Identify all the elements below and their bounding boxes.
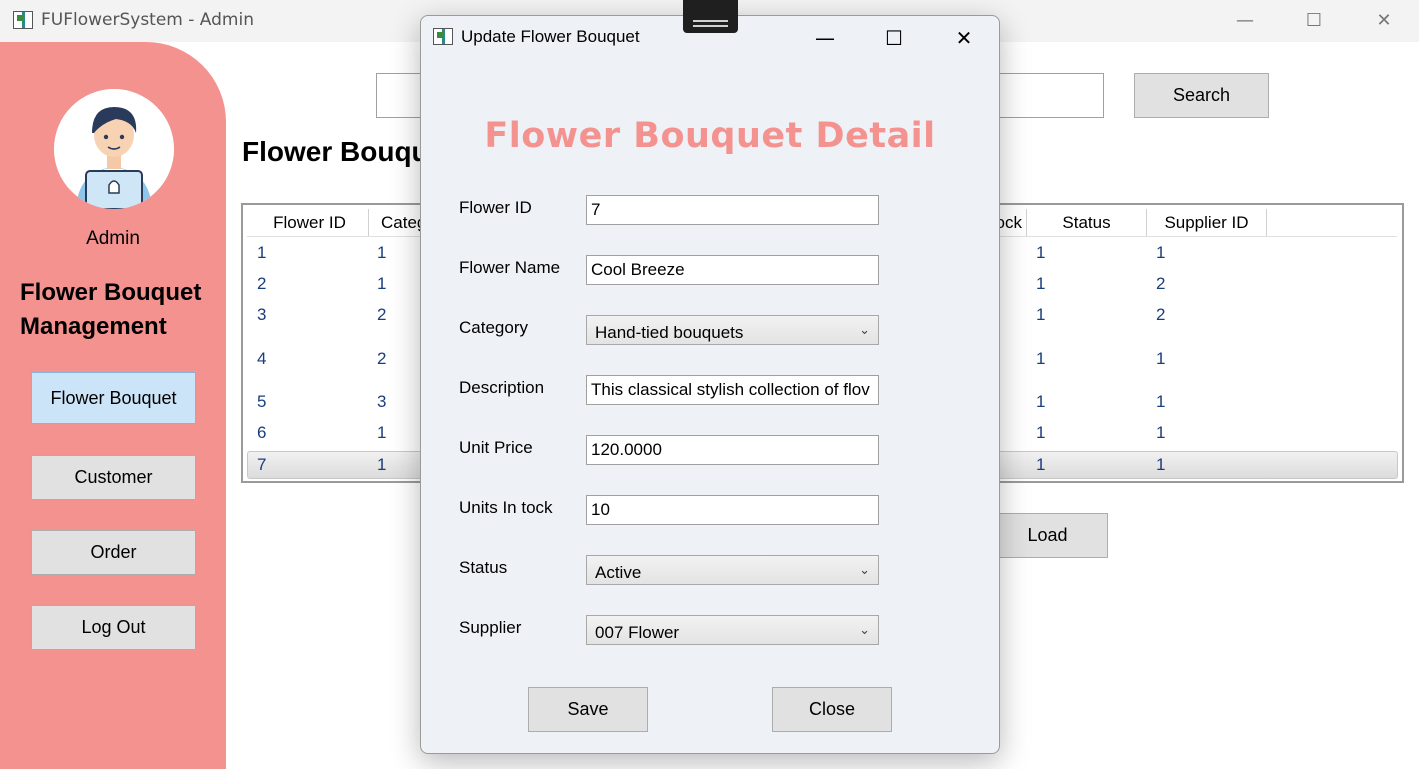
dialog-heading: Flower Bouquet Detail [484,116,936,156]
avatar-illustration [54,89,174,209]
sidebar-title: Flower Bouquet Management [20,276,201,344]
chevron-down-icon: ⌄ [859,622,870,637]
cell-flower-id: 5 [257,392,267,411]
supplier-label: Supplier [459,618,522,637]
maximize-button[interactable]: ☐ [1294,6,1334,36]
cell-supplier-id: 2 [1156,274,1166,293]
cell-stock: 1 [1036,349,1046,368]
app-icon [13,11,33,29]
save-button[interactable]: Save [528,687,648,732]
minimize-button[interactable]: — [1225,6,1265,36]
sidebar: Admin Flower Bouquet Management Flower B… [0,42,226,769]
cell-supplier-id: 1 [1156,243,1166,262]
dialog-minimize-button[interactable]: — [807,23,843,53]
sidebar-title-line2: Management [20,313,167,340]
unit-price-field[interactable]: 120.0000 [586,435,879,465]
page-title: Flower Bouqu [242,136,429,167]
units-in-stock-field[interactable]: 10 [586,495,879,525]
cell-supplier-id: 2 [1156,305,1166,324]
description-label: Description [459,378,545,397]
close-button[interactable]: ✕ [1364,6,1404,36]
category-select[interactable]: Hand-tied bouquets ⌄ [586,315,879,345]
dialog-app-icon [433,28,453,45]
logout-button[interactable]: Log Out [31,605,196,650]
dialog-title: Update Flower Bouquet [461,27,640,46]
avatar [54,89,174,209]
column-header-status[interactable]: Status [1027,209,1147,237]
close-dialog-button[interactable]: Close [772,687,892,732]
chevron-down-icon: ⌄ [859,322,870,337]
cell-flower-id: 3 [257,305,267,324]
cell-category: 1 [377,274,387,293]
cell-category: 1 [377,455,387,474]
status-select[interactable]: Active ⌄ [586,555,879,585]
flower-name-field[interactable]: Cool Breeze [586,255,879,285]
cell-stock: 1 [1036,274,1046,293]
cell-supplier-id: 1 [1156,455,1166,474]
supplier-select-value: 007 Flower [595,623,680,642]
nav-customer-button[interactable]: Customer [31,455,196,500]
cell-stock: 1 [1036,455,1046,474]
cell-flower-id: 4 [257,349,267,368]
description-field[interactable]: This classical stylish collection of flo… [586,375,879,405]
cell-category: 3 [377,392,387,411]
cell-flower-id: 6 [257,423,267,442]
cell-supplier-id: 1 [1156,349,1166,368]
nav-flower-bouquet-button[interactable]: Flower Bouquet [31,372,196,424]
cell-stock: 1 [1036,392,1046,411]
cell-flower-id: 2 [257,274,267,293]
status-select-value: Active [595,563,642,582]
column-header-flower-id[interactable]: Flower ID [251,209,369,237]
sidebar-title-line1: Flower Bouquet [20,279,202,306]
cell-flower-id: 7 [257,455,267,474]
dialog-title-bar[interactable]: Update Flower Bouquet — ☐ ✕ [421,16,999,58]
category-label: Category [459,318,528,337]
flower-name-label: Flower Name [459,258,561,277]
supplier-select[interactable]: 007 Flower ⌄ [586,615,879,645]
cell-category: 1 [377,423,387,442]
username-label: Admin [86,228,140,249]
cell-stock: 1 [1036,423,1046,442]
nav-order-button[interactable]: Order [31,530,196,575]
search-button[interactable]: Search [1134,73,1269,118]
units-in-stock-label: Units In tock [459,498,553,517]
flower-id-label: Flower ID [459,198,532,217]
column-header-supplier-id[interactable]: Supplier ID [1147,209,1267,237]
cell-category: 2 [377,305,387,324]
cell-supplier-id: 1 [1156,423,1166,442]
window-title: FUFlowerSystem - Admin [41,10,254,30]
flower-id-field[interactable]: 7 [586,195,879,225]
cell-supplier-id: 1 [1156,392,1166,411]
update-flower-dialog: Update Flower Bouquet — ☐ ✕ Flower Bouqu… [420,0,1000,754]
dialog-close-button[interactable]: ✕ [946,23,982,53]
unit-price-label: Unit Price [459,438,533,457]
cell-stock: 1 [1036,305,1046,324]
category-select-value: Hand-tied bouquets [595,323,744,342]
load-button[interactable]: Load [987,513,1108,558]
cell-category: 1 [377,243,387,262]
chevron-down-icon: ⌄ [859,562,870,577]
cell-category: 2 [377,349,387,368]
cell-flower-id: 1 [257,243,267,262]
dialog-maximize-button[interactable]: ☐ [876,23,912,53]
status-label: Status [459,558,508,577]
cell-stock: 1 [1036,243,1046,262]
